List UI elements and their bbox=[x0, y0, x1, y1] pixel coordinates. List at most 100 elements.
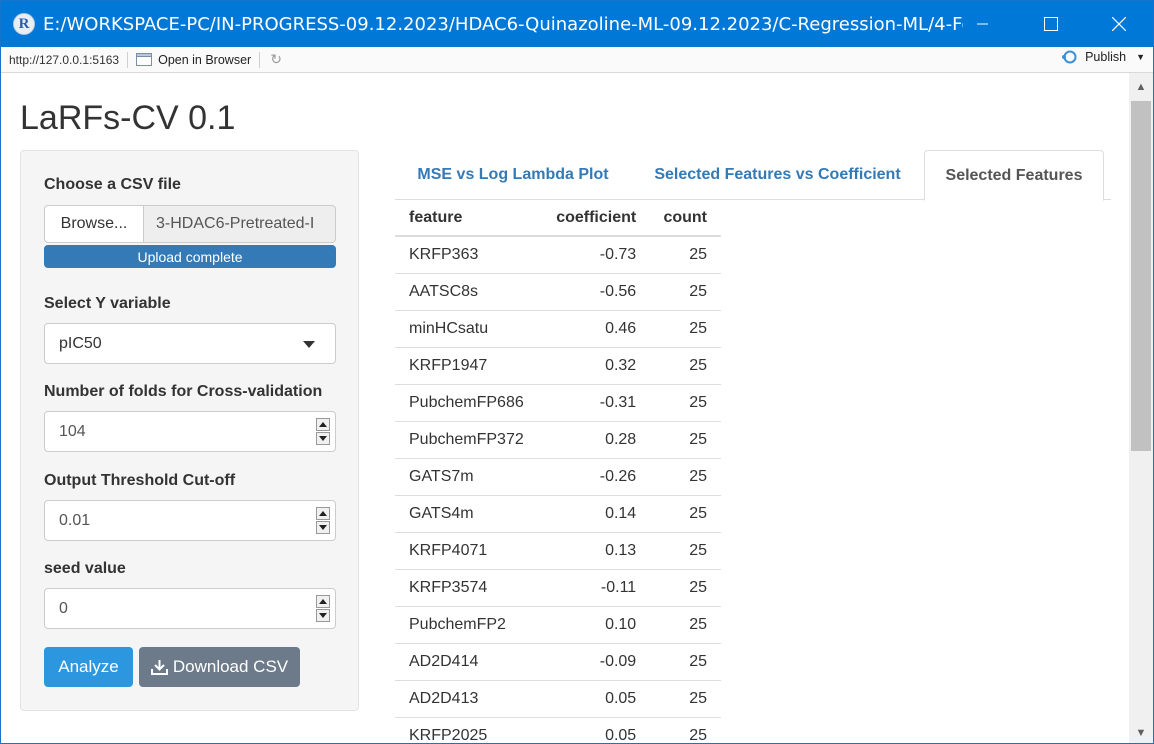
minimize-icon bbox=[977, 23, 988, 25]
minimize-button[interactable] bbox=[949, 1, 1017, 47]
feature-cell: KRFP2025 bbox=[395, 717, 541, 743]
threshold-stepper bbox=[316, 507, 330, 535]
file-input: Browse... 3-HDAC6-Pretreated-I bbox=[44, 205, 336, 243]
column-header-count[interactable]: count bbox=[650, 200, 721, 237]
viewer-toolbar: http://127.0.0.1:5163 Open in Browser ↻ … bbox=[1, 47, 1153, 73]
y-variable-value: pIC50 bbox=[59, 334, 102, 352]
feature-cell: KRFP3574 bbox=[395, 569, 541, 607]
feature-cell: PubchemFP372 bbox=[395, 421, 541, 459]
chevron-down-icon: ▼ bbox=[1136, 52, 1145, 62]
tab-selected-features-coefficient[interactable]: Selected Features vs Coefficient bbox=[639, 150, 916, 200]
coefficient-cell: 0.05 bbox=[540, 717, 651, 743]
close-icon bbox=[1112, 17, 1126, 31]
coefficient-cell: -0.31 bbox=[540, 384, 651, 422]
folds-increment-button[interactable] bbox=[316, 418, 330, 431]
publish-icon bbox=[1062, 50, 1077, 64]
analyze-button[interactable]: Analyze bbox=[44, 647, 133, 687]
publish-button[interactable]: Publish ▼ bbox=[1061, 50, 1145, 64]
seed-input[interactable]: 0 bbox=[44, 588, 336, 629]
y-variable-label: Select Y variable bbox=[44, 295, 171, 312]
toolbar-divider bbox=[127, 51, 129, 68]
tab-selected-features[interactable]: Selected Features bbox=[924, 150, 1104, 201]
seed-stepper bbox=[316, 595, 330, 623]
count-cell: 25 bbox=[650, 680, 721, 718]
coefficient-cell: 0.28 bbox=[540, 421, 651, 459]
threshold-label: Output Threshold Cut-off bbox=[44, 472, 236, 489]
column-header-feature[interactable]: feature bbox=[395, 200, 541, 237]
arrow-down-icon bbox=[319, 525, 327, 530]
folds-decrement-button[interactable] bbox=[316, 432, 330, 445]
open-in-browser-button[interactable]: Open in Browser bbox=[136, 53, 251, 67]
coefficient-cell: -0.11 bbox=[540, 569, 651, 607]
open-in-browser-label: Open in Browser bbox=[158, 52, 252, 67]
refresh-icon[interactable]: ↻ bbox=[270, 51, 282, 68]
browser-window-icon bbox=[136, 53, 153, 66]
scroll-up-icon[interactable]: ▲ bbox=[1129, 77, 1153, 97]
coefficient-cell: 0.10 bbox=[540, 606, 651, 644]
feature-cell: KRFP4071 bbox=[395, 532, 541, 570]
y-variable-select[interactable]: pIC50 bbox=[44, 323, 336, 364]
coefficient-cell: 0.05 bbox=[540, 680, 651, 718]
download-csv-label: Download CSV bbox=[172, 657, 289, 676]
feature-cell: AD2D414 bbox=[395, 643, 541, 681]
count-cell: 25 bbox=[650, 384, 721, 422]
table-body: KRFP363 -0.73 25 AATSC8s -0.56 25 minHCsatu 0.4… bbox=[395, 236, 721, 743]
threshold-increment-button[interactable] bbox=[316, 507, 330, 520]
table-row: KRFP363 -0.73 25 bbox=[395, 236, 721, 274]
table-row: KRFP4071 0.13 25 bbox=[395, 532, 721, 570]
url-display: http://127.0.0.1:5163 bbox=[9, 52, 120, 67]
folds-value: 104 bbox=[59, 422, 86, 440]
threshold-input[interactable]: 0.01 bbox=[44, 500, 336, 541]
page-title: LaRFs-CV 0.1 bbox=[20, 99, 236, 137]
maximize-icon bbox=[1044, 17, 1058, 31]
folds-stepper bbox=[316, 418, 330, 446]
file-input-label: Choose a CSV file bbox=[44, 176, 181, 193]
count-cell: 25 bbox=[650, 643, 721, 681]
table-row: KRFP3574 -0.11 25 bbox=[395, 569, 721, 607]
coefficient-cell: 0.46 bbox=[540, 310, 651, 348]
close-button[interactable] bbox=[1085, 1, 1153, 47]
count-cell: 25 bbox=[650, 236, 721, 274]
coefficient-cell: -0.73 bbox=[540, 236, 651, 274]
feature-cell: KRFP363 bbox=[395, 236, 541, 274]
browse-button[interactable]: Browse... bbox=[44, 205, 144, 243]
seed-increment-button[interactable] bbox=[316, 595, 330, 608]
feature-cell: KRFP1947 bbox=[395, 347, 541, 385]
coefficient-cell: -0.09 bbox=[540, 643, 651, 681]
vertical-scrollbar[interactable]: ▲ ▼ bbox=[1129, 73, 1153, 743]
coefficient-cell: 0.32 bbox=[540, 347, 651, 385]
download-csv-button[interactable]: Download CSV bbox=[139, 647, 300, 687]
arrow-up-icon bbox=[319, 511, 327, 516]
feature-cell: AD2D413 bbox=[395, 680, 541, 718]
maximize-button[interactable] bbox=[1017, 1, 1085, 47]
column-header-coefficient[interactable]: coefficient bbox=[540, 200, 651, 237]
seed-decrement-button[interactable] bbox=[316, 609, 330, 622]
coefficient-cell: -0.56 bbox=[540, 273, 651, 311]
count-cell: 25 bbox=[650, 495, 721, 533]
threshold-decrement-button[interactable] bbox=[316, 521, 330, 534]
scrollbar-thumb[interactable] bbox=[1131, 101, 1151, 451]
sidebar-panel: Choose a CSV file Browse... 3-HDAC6-Pret… bbox=[20, 150, 359, 711]
scroll-down-icon[interactable]: ▼ bbox=[1129, 723, 1153, 743]
publish-label: Publish bbox=[1085, 50, 1127, 64]
table-row: PubchemFP2 0.10 25 bbox=[395, 606, 721, 644]
table-row: PubchemFP686 -0.31 25 bbox=[395, 384, 721, 422]
table-row: GATS7m -0.26 25 bbox=[395, 458, 721, 496]
count-cell: 25 bbox=[650, 569, 721, 607]
table-row: AATSC8s -0.56 25 bbox=[395, 273, 721, 311]
coefficient-cell: 0.13 bbox=[540, 532, 651, 570]
tab-mse-plot[interactable]: MSE vs Log Lambda Plot bbox=[395, 150, 631, 200]
window-controls bbox=[949, 1, 1153, 47]
table-row: minHCsatu 0.46 25 bbox=[395, 310, 721, 348]
seed-label: seed value bbox=[44, 560, 126, 577]
count-cell: 25 bbox=[650, 458, 721, 496]
results-tabs: MSE vs Log Lambda Plot Selected Features… bbox=[395, 150, 1111, 201]
coefficient-cell: -0.26 bbox=[540, 458, 651, 496]
table-row: GATS4m 0.14 25 bbox=[395, 495, 721, 533]
table-row: AD2D414 -0.09 25 bbox=[395, 643, 721, 681]
window-title: E:/WORKSPACE-PC/IN-PROGRESS-09.12.2023/H… bbox=[43, 13, 963, 35]
count-cell: 25 bbox=[650, 310, 721, 348]
arrow-up-icon bbox=[319, 422, 327, 427]
title-bar: R E:/WORKSPACE-PC/IN-PROGRESS-09.12.2023… bbox=[1, 1, 1153, 47]
folds-input[interactable]: 104 bbox=[44, 411, 336, 452]
